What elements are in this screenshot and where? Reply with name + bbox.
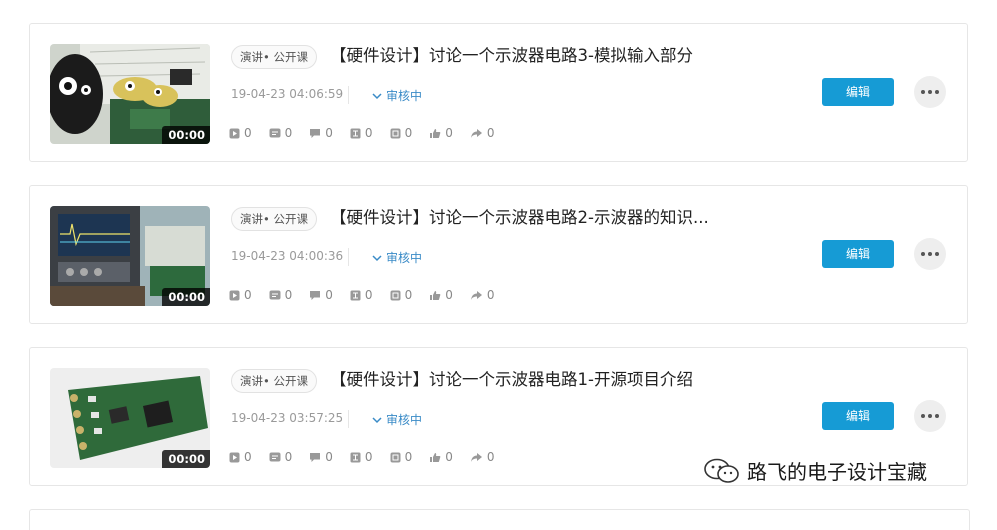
play-icon [229,452,240,462]
like-icon [430,290,441,300]
collect-count: 0 [390,450,412,464]
video-thumbnail[interactable]: 00:00 [50,44,210,144]
share-box-count: 0 [350,126,373,140]
share-box-count: 0 [350,288,373,302]
play-icon [229,290,240,300]
danmaku-count: 0 [269,450,292,464]
category-tag: 演讲• 公开课 [231,369,317,393]
video-thumbnail[interactable]: 00:00 [50,368,210,468]
divider [348,410,349,428]
danmaku-count: 0 [269,288,292,302]
share-box-icon [350,128,361,138]
comment-icon [310,128,321,138]
status-label: 审核中 [386,89,423,103]
danmaku-count: 0 [269,126,292,140]
duration-badge: 00:00 [162,288,210,306]
review-status[interactable]: 审核中 [372,249,422,266]
ellipsis-icon [921,252,925,256]
share-box-count: 0 [350,450,373,464]
comment-count: 0 [309,288,333,302]
wechat-icon [704,458,739,483]
play-count: 0 [229,126,252,140]
like-icon [430,452,441,462]
stats-row: 0 0 0 0 0 0 0 [229,126,511,140]
watermark: 路飞的电子设计宝藏 [703,456,927,485]
edit-button[interactable]: 编辑 [822,240,894,268]
like-icon [430,128,441,138]
edit-button[interactable]: 编辑 [822,78,894,106]
watermark-text: 路飞的电子设计宝藏 [747,460,927,484]
forward-count: 0 [470,450,494,464]
video-title[interactable]: 【硬件设计】讨论一个示波器电路2-示波器的知识... [330,206,709,230]
ellipsis-icon [921,414,925,418]
collect-count: 0 [390,288,412,302]
play-count: 0 [229,288,252,302]
ellipsis-icon [921,90,925,94]
status-label: 审核中 [386,413,423,427]
chevron-down-icon [372,93,382,100]
comment-icon [310,452,321,462]
danmaku-icon [269,452,281,462]
edit-button[interactable]: 编辑 [822,402,894,430]
forward-icon [470,128,482,138]
more-options-button[interactable] [914,76,946,108]
category-tag: 演讲• 公开课 [231,207,317,231]
forward-count: 0 [470,288,494,302]
forward-count: 0 [470,126,494,140]
forward-icon [470,290,482,300]
play-icon [229,128,240,138]
collect-count: 0 [390,126,412,140]
like-count: 0 [429,450,453,464]
publish-date: 19-04-23 04:00:36 [231,249,344,263]
video-thumbnail[interactable]: 00:00 [50,206,210,306]
more-options-button[interactable] [914,238,946,270]
publish-date: 19-04-23 04:06:59 [231,87,344,101]
publish-date: 19-04-23 03:57:25 [231,411,344,425]
play-count: 0 [229,450,252,464]
video-card: 00:00 演讲• 公开课 【硬件设计】讨论一个示波器电路3-模拟输入部分 19… [29,23,968,162]
category-tag: 演讲• 公开课 [231,45,317,69]
video-card: 00:00 演讲• 公开课 【硬件设计】讨论一个示波器电路2-示波器的知识...… [29,185,968,324]
comment-icon [310,290,321,300]
duration-badge: 00:00 [162,126,210,144]
video-title[interactable]: 【硬件设计】讨论一个示波器电路3-模拟输入部分 [330,44,693,68]
review-status[interactable]: 审核中 [372,411,422,428]
divider [348,248,349,266]
collect-icon [390,290,401,300]
more-options-button[interactable] [914,400,946,432]
comment-count: 0 [309,450,333,464]
comment-count: 0 [309,126,333,140]
divider [348,86,349,104]
collect-icon [390,452,401,462]
danmaku-icon [269,128,281,138]
share-box-icon [350,452,361,462]
danmaku-icon [269,290,281,300]
like-count: 0 [429,126,453,140]
chevron-down-icon [372,417,382,424]
collect-icon [390,128,401,138]
video-title[interactable]: 【硬件设计】讨论一个示波器电路1-开源项目介绍 [330,368,693,392]
share-box-icon [350,290,361,300]
status-label: 审核中 [386,251,423,265]
chevron-down-icon [372,255,382,262]
stats-row: 0 0 0 0 0 0 0 [229,450,511,464]
forward-icon [470,452,482,462]
duration-badge: 00:00 [162,450,210,468]
like-count: 0 [429,288,453,302]
review-status[interactable]: 审核中 [372,87,422,104]
video-card-partial [29,509,970,530]
stats-row: 0 0 0 0 0 0 0 [229,288,511,302]
